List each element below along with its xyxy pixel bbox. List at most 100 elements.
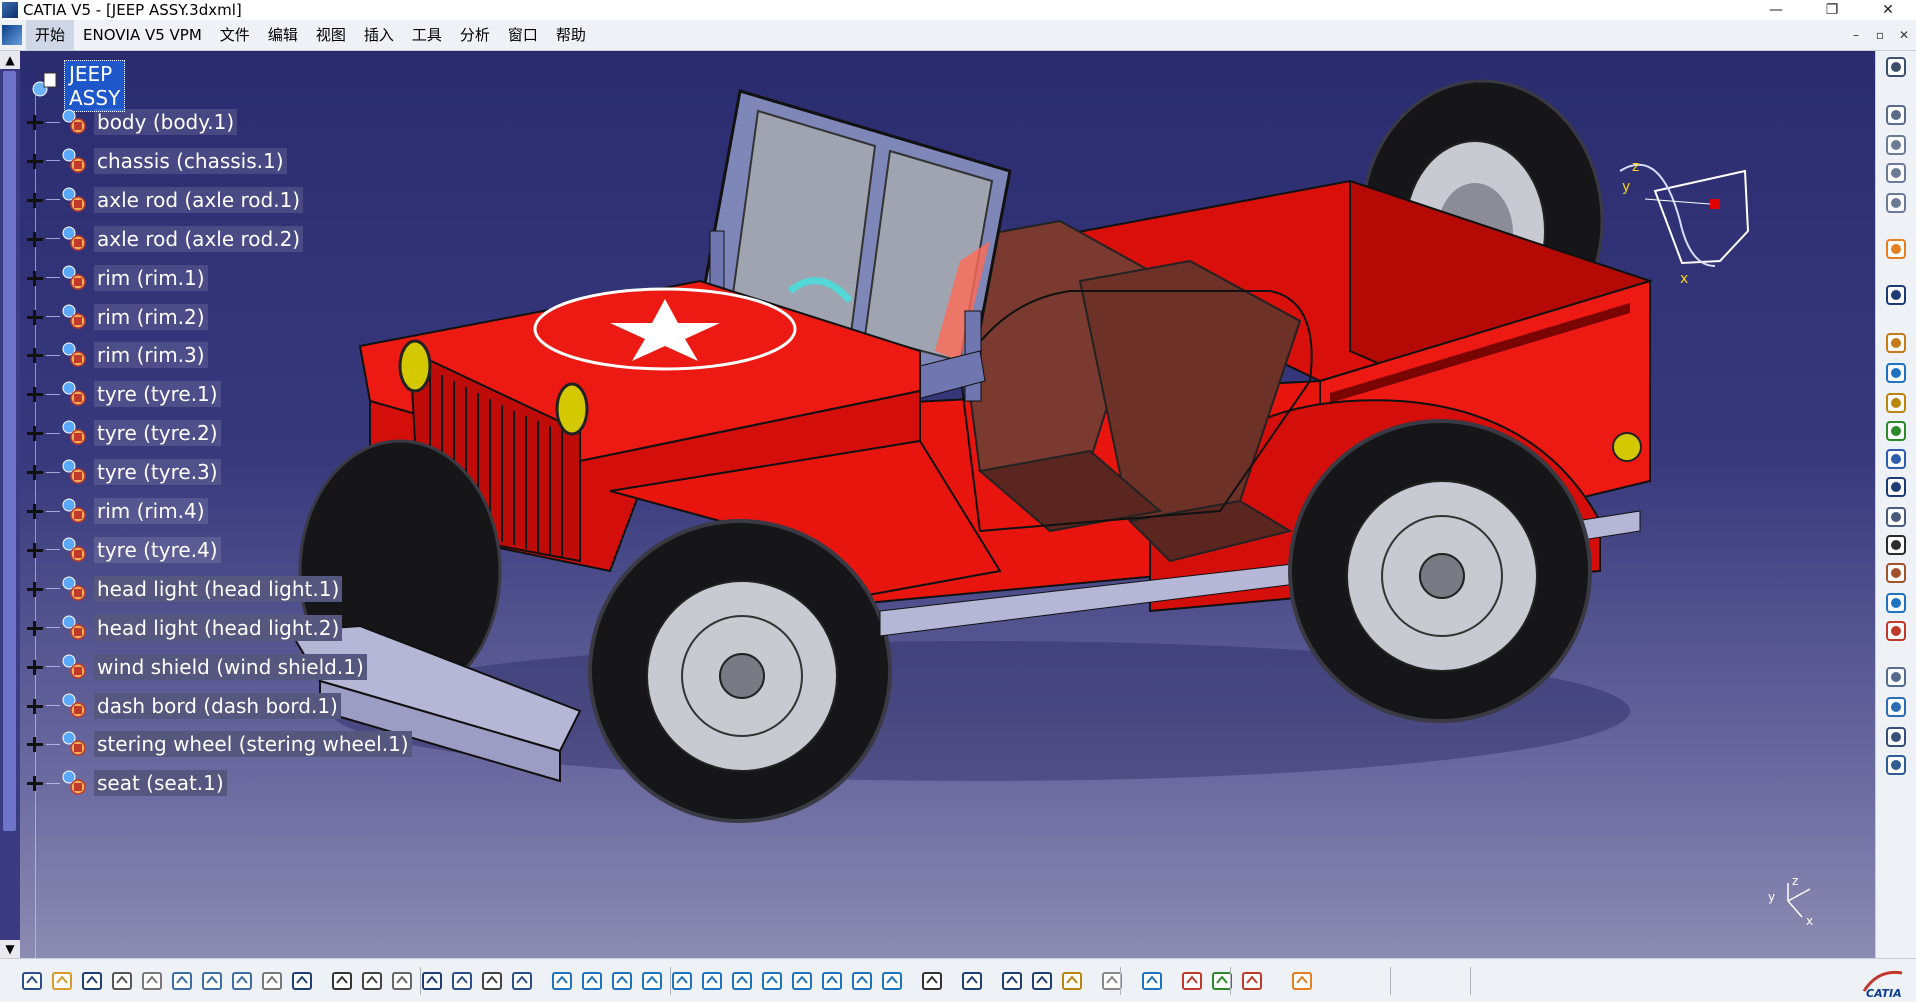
tree-item[interactable]: seat (seat.1) bbox=[20, 767, 227, 799]
catalog-icon[interactable] bbox=[1884, 161, 1908, 185]
inertia-icon[interactable] bbox=[1060, 969, 1084, 993]
menu-enovia[interactable]: ENOVIA V5 VPM bbox=[74, 20, 211, 50]
tree-item-label[interactable]: wind shield (wind shield.1) bbox=[94, 653, 367, 680]
text-icon[interactable] bbox=[1884, 533, 1908, 557]
measure-icon[interactable] bbox=[1884, 753, 1908, 777]
bom-icon[interactable] bbox=[1884, 505, 1908, 529]
rename-icon[interactable] bbox=[510, 969, 534, 993]
scroll-thumb[interactable] bbox=[3, 71, 16, 831]
doc-restore-button[interactable]: ▫ bbox=[1868, 28, 1892, 42]
tree-item[interactable]: tyre (tyre.2) bbox=[20, 417, 221, 449]
tree-item[interactable]: chassis (chassis.1) bbox=[20, 145, 287, 177]
redo-icon[interactable] bbox=[260, 969, 284, 993]
material-icon[interactable] bbox=[1180, 969, 1204, 993]
print-icon[interactable] bbox=[110, 969, 134, 993]
sort-icon[interactable] bbox=[390, 969, 414, 993]
menu-tools[interactable]: 工具 bbox=[403, 20, 451, 50]
tree-item[interactable]: rim (rim.4) bbox=[20, 495, 208, 527]
tree-item-label[interactable]: body (body.1) bbox=[94, 109, 238, 135]
tree-scrollbar[interactable]: ▲ ▼ bbox=[0, 51, 20, 958]
eraser-icon[interactable] bbox=[1140, 969, 1164, 993]
zoom-out-icon[interactable] bbox=[700, 969, 724, 993]
tree-item[interactable]: stering wheel (stering wheel.1) bbox=[20, 728, 412, 760]
capture-icon[interactable] bbox=[920, 969, 944, 993]
snap-icon[interactable] bbox=[1884, 283, 1908, 307]
hide-show-icon[interactable] bbox=[850, 969, 874, 993]
expand-plus-icon[interactable] bbox=[26, 308, 44, 326]
tree-item-label[interactable]: head light (head light.1) bbox=[94, 575, 343, 602]
expand-plus-icon[interactable] bbox=[26, 113, 44, 131]
bolt-red-icon[interactable] bbox=[1884, 619, 1908, 643]
expand-plus-icon[interactable] bbox=[26, 735, 44, 753]
tree-item[interactable]: dash bord (dash bord.1) bbox=[20, 690, 341, 722]
tree-item-label[interactable]: axle rod (axle rod.2) bbox=[94, 225, 304, 252]
tree-item-label[interactable]: chassis (chassis.1) bbox=[94, 147, 287, 174]
normal-view-icon[interactable] bbox=[730, 969, 754, 993]
lighting-icon[interactable] bbox=[1240, 969, 1264, 993]
tree-item[interactable]: tyre (tyre.3) bbox=[20, 456, 221, 488]
analysis-icon[interactable] bbox=[1884, 191, 1908, 215]
tree-item[interactable]: rim (rim.3) bbox=[20, 339, 208, 371]
table-icon[interactable] bbox=[420, 969, 444, 993]
undo-icon[interactable] bbox=[230, 969, 254, 993]
new-icon[interactable] bbox=[20, 969, 44, 993]
tree-item-label[interactable]: axle rod (axle rod.1) bbox=[94, 186, 304, 213]
rear-tyre[interactable] bbox=[1288, 419, 1592, 723]
tree-item-label[interactable]: head light (head light.2) bbox=[94, 614, 343, 641]
zoom-in-icon[interactable] bbox=[670, 969, 694, 993]
multi-view-icon[interactable] bbox=[1884, 55, 1908, 79]
menu-edit[interactable]: 编辑 bbox=[259, 20, 307, 50]
rotate-icon[interactable] bbox=[640, 969, 664, 993]
scroll-up-icon[interactable]: ▲ bbox=[0, 51, 20, 69]
compile-icon[interactable] bbox=[480, 969, 504, 993]
part-icon[interactable] bbox=[1884, 133, 1908, 157]
tree-item[interactable]: tyre (tyre.1) bbox=[20, 378, 221, 410]
front-tyre[interactable] bbox=[588, 519, 892, 823]
expand-plus-icon[interactable] bbox=[26, 502, 44, 520]
tree-item[interactable]: rim (rim.2) bbox=[20, 301, 208, 333]
tree-item[interactable]: axle rod (axle rod.1) bbox=[20, 184, 304, 216]
tree-icon[interactable] bbox=[450, 969, 474, 993]
swap-icon[interactable] bbox=[880, 969, 904, 993]
sectioning-icon[interactable] bbox=[1884, 695, 1908, 719]
tree-item-label[interactable]: rim (rim.2) bbox=[94, 303, 208, 330]
expand-plus-icon[interactable] bbox=[26, 346, 44, 364]
save-icon[interactable] bbox=[80, 969, 104, 993]
replace-icon[interactable] bbox=[1884, 361, 1908, 385]
render-style-icon[interactable] bbox=[820, 969, 844, 993]
expand-plus-icon[interactable] bbox=[26, 230, 44, 248]
measure-item-icon[interactable] bbox=[1030, 969, 1054, 993]
document-icon[interactable] bbox=[2, 25, 22, 45]
tree-item-label[interactable]: dash bord (dash bord.1) bbox=[94, 692, 341, 719]
knowledge-icon[interactable] bbox=[360, 969, 384, 993]
distance-icon[interactable] bbox=[1000, 969, 1024, 993]
cut-icon[interactable] bbox=[140, 969, 164, 993]
menu-window[interactable]: 窗口 bbox=[499, 20, 547, 50]
expand-plus-icon[interactable] bbox=[26, 269, 44, 287]
expand-plus-icon[interactable] bbox=[26, 774, 44, 792]
bolt-icon[interactable] bbox=[1884, 331, 1908, 355]
expand-plus-icon[interactable] bbox=[26, 541, 44, 559]
doc-minimize-button[interactable]: – bbox=[1844, 28, 1868, 42]
close-button[interactable]: ✕ bbox=[1860, 0, 1916, 20]
tree-item-label[interactable]: tyre (tyre.3) bbox=[94, 459, 221, 486]
tree-root-label[interactable]: JEEP ASSY bbox=[64, 60, 126, 112]
fit-all-icon[interactable] bbox=[580, 969, 604, 993]
expand-plus-icon[interactable] bbox=[26, 658, 44, 676]
publish-icon[interactable] bbox=[1884, 561, 1908, 585]
multi-view-icon[interactable] bbox=[760, 969, 784, 993]
menu-start[interactable]: 开始 bbox=[26, 20, 75, 50]
export-icon[interactable] bbox=[1884, 419, 1908, 443]
expand-plus-icon[interactable] bbox=[26, 385, 44, 403]
expand-plus-icon[interactable] bbox=[26, 191, 44, 209]
tree-item[interactable]: head light (head light.1) bbox=[20, 573, 343, 605]
tree-item[interactable]: rim (rim.1) bbox=[20, 262, 208, 294]
grid-icon[interactable] bbox=[1290, 969, 1314, 993]
tree-item[interactable]: wind shield (wind shield.1) bbox=[20, 651, 367, 683]
update-icon[interactable] bbox=[960, 969, 984, 993]
tree-item-label[interactable]: rim (rim.3) bbox=[94, 342, 208, 369]
tree-item[interactable]: axle rod (axle rod.2) bbox=[20, 223, 304, 255]
head-light-2[interactable] bbox=[555, 382, 589, 436]
tree-item-label[interactable]: stering wheel (stering wheel.1) bbox=[94, 731, 412, 758]
tree-item[interactable]: body (body.1) bbox=[20, 106, 238, 138]
